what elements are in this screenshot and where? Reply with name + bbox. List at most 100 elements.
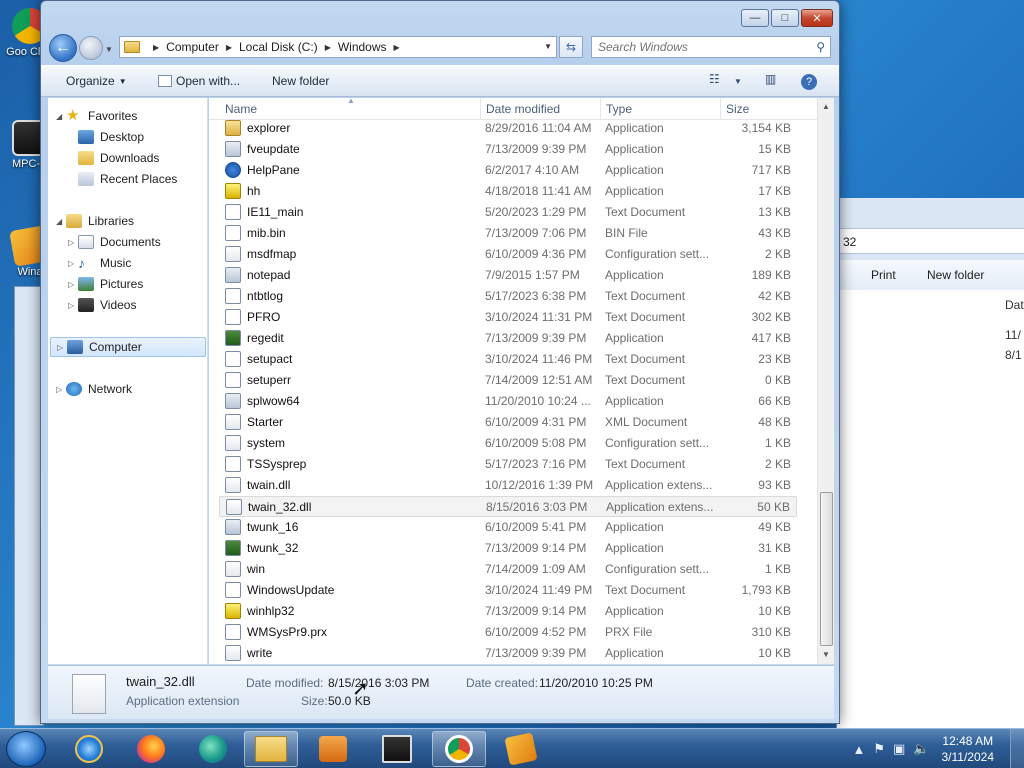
file-row[interactable]: regedit 7/13/2009 9:39 PM Application 417 K… [219,328,797,349]
preview-pane-icon[interactable]: ▥ [765,72,776,86]
nav-recent-places[interactable]: Recent Places [78,169,177,189]
refresh-button[interactable]: ⇆ [559,36,583,58]
breadcrumb-local-disk[interactable]: Local Disk (C:) [239,40,318,54]
file-row[interactable]: mib.bin 7/13/2009 7:06 PM BIN File 43 KB [219,223,797,244]
file-row[interactable]: hh 4/18/2018 11:41 AM Application 17 KB [219,181,797,202]
views-icon[interactable]: ☷ [709,72,720,86]
search-input[interactable] [592,37,802,57]
new-folder-button[interactable]: New folder [927,268,984,282]
show-hidden-icons-icon[interactable]: ▲ [852,742,865,757]
scroll-down-arrow[interactable]: ▼ [822,650,830,659]
breadcrumb-computer[interactable]: Computer [166,40,219,54]
taskbar-file-explorer[interactable] [244,731,298,767]
file-row[interactable]: system 6/10/2009 5:08 PM Configuration set… [219,433,797,454]
file-row[interactable]: msdfmap 6/10/2009 4:36 PM Configuration se… [219,244,797,265]
file-row[interactable]: IE11_main 5/20/2023 1:29 PM Text Document 1… [219,202,797,223]
minimize-button[interactable]: — [741,9,769,27]
collapse-icon[interactable]: ◢ [56,217,66,226]
taskbar-edge[interactable] [186,731,240,767]
scroll-up-arrow[interactable]: ▲ [822,102,830,111]
clock[interactable]: 12:48 AM 3/11/2024 [942,733,995,765]
column-header-date-modified[interactable]: Date modified [486,102,560,116]
start-button[interactable] [6,731,46,767]
file-row[interactable]: HelpPane 6/2/2017 4:10 AM Application 717 K… [219,160,797,181]
open-with-button[interactable]: Open with... [158,74,240,88]
taskbar-firefox[interactable] [124,731,178,767]
nav-favorites[interactable]: ◢ ★ Favorites [56,106,137,126]
file-row[interactable]: setuperr 7/14/2009 12:51 AM Text Document 0… [219,370,797,391]
file-row[interactable]: Starter 6/10/2009 4:31 PM XML Document 48 K… [219,412,797,433]
chevron-right-icon[interactable]: ▶ [153,43,159,52]
nav-documents[interactable]: ▷ Documents [68,232,161,252]
file-size: 2 KB [764,247,791,261]
column-header-size[interactable]: Size [726,102,749,116]
taskbar-winamp[interactable] [494,731,548,767]
file-row[interactable]: notepad 7/9/2015 1:57 PM Application 189 KB [219,265,797,286]
nav-desktop[interactable]: Desktop [78,127,144,147]
help-icon[interactable]: ? [801,74,817,90]
close-button[interactable]: ✕ [801,9,833,27]
file-row[interactable]: twunk_32 7/13/2009 9:14 PM Application 31 K… [219,538,797,559]
scrollbar-thumb[interactable] [820,492,833,646]
nav-videos[interactable]: ▷ Videos [68,295,136,315]
nav-pictures[interactable]: ▷ Pictures [68,274,143,294]
background-explorer-window[interactable]: 32 Print New folder Dat 11/ 8/1 [836,198,1024,728]
back-button[interactable]: ← [49,34,77,62]
chevron-right-icon[interactable]: ▶ [394,43,400,52]
nav-libraries[interactable]: ◢ Libraries [56,211,134,231]
show-desktop-button[interactable] [1010,729,1024,768]
expand-icon[interactable]: ▷ [68,280,78,289]
flag-icon[interactable]: ⚑ [873,741,885,757]
maximize-button[interactable]: □ [771,9,799,27]
nav-music[interactable]: ▷ ♪ Music [68,253,131,273]
file-row[interactable]: twain.dll 10/12/2016 1:39 PM Application e… [219,475,797,496]
file-row[interactable]: winhlp32 7/13/2009 9:14 PM Application 10 K… [219,601,797,622]
collapse-icon[interactable]: ◢ [56,112,66,121]
expand-icon[interactable]: ▷ [56,385,66,394]
file-row[interactable]: twain_32.dll 8/15/2016 3:03 PM Application… [219,496,797,517]
file-row[interactable]: write 7/13/2009 9:39 PM Application 10 KB [219,643,797,664]
expand-icon[interactable]: ▷ [68,238,78,247]
taskbar-media-player[interactable] [306,731,360,767]
file-row[interactable]: explorer 8/29/2016 11:04 AM Application 3,1… [219,118,797,139]
expand-icon[interactable]: ▷ [68,259,78,268]
file-row[interactable]: WMSysPr9.prx 6/10/2009 4:52 PM PRX File 310… [219,622,797,643]
expand-icon[interactable]: ▷ [68,301,78,310]
file-row[interactable]: twunk_16 6/10/2009 5:41 PM Application 49 K… [219,517,797,538]
recent-pages-dropdown[interactable]: ▼ [105,45,113,54]
file-row[interactable]: win 7/14/2009 1:09 AM Configuration sett..… [219,559,797,580]
volume-muted-icon[interactable]: 🔈 [913,741,929,757]
organize-button[interactable]: Organize ▼ [66,74,127,88]
nav-downloads[interactable]: Downloads [78,148,159,168]
forward-button[interactable] [79,36,103,60]
taskbar-internet-explorer[interactable] [62,731,116,767]
file-row[interactable]: ntbtlog 5/17/2023 6:38 PM Text Document 42 … [219,286,797,307]
column-header-type[interactable]: Type [606,102,632,116]
taskbar-media-player-classic[interactable] [370,731,424,767]
file-row[interactable]: TSSysprep 5/17/2023 7:16 PM Text Document 2… [219,454,797,475]
new-folder-button[interactable]: New folder [272,74,329,88]
network-icon[interactable]: ▣ [893,741,905,757]
file-row[interactable]: PFRO 3/10/2024 11:31 PM Text Document 302 K… [219,307,797,328]
file-row[interactable]: WindowsUpdate 3/10/2024 11:49 PM Text Docu… [219,580,797,601]
address-bar[interactable]: ▶ Computer ▶ Local Disk (C:) ▶ Windows ▶… [119,36,557,58]
file-row[interactable]: setupact 3/10/2024 11:46 PM Text Document 2… [219,349,797,370]
chevron-right-icon[interactable]: ▶ [325,43,331,52]
breadcrumb-windows[interactable]: Windows [338,40,387,54]
nav-computer[interactable]: ▷ Computer [50,337,206,357]
address-dropdown-icon[interactable]: ▼ [544,42,552,51]
search-box[interactable]: ⚲ [591,36,831,58]
views-dropdown-icon[interactable]: ▼ [734,77,742,86]
column-header-name[interactable]: Name [225,102,257,116]
chevron-right-icon[interactable]: ▶ [226,43,232,52]
column-header[interactable]: Dat [1005,298,1024,312]
vertical-scrollbar[interactable]: ▲ ▼ [817,98,834,664]
file-icon [225,267,241,283]
print-button[interactable]: Print [871,268,896,282]
expand-icon[interactable]: ▷ [57,343,67,352]
taskbar-chrome[interactable] [432,731,486,767]
search-icon[interactable]: ⚲ [816,40,825,54]
file-row[interactable]: splwow64 11/20/2010 10:24 ... Application 6… [219,391,797,412]
file-row[interactable]: fveupdate 7/13/2009 9:39 PM Application 15 … [219,139,797,160]
nav-network[interactable]: ▷ Network [56,379,132,399]
